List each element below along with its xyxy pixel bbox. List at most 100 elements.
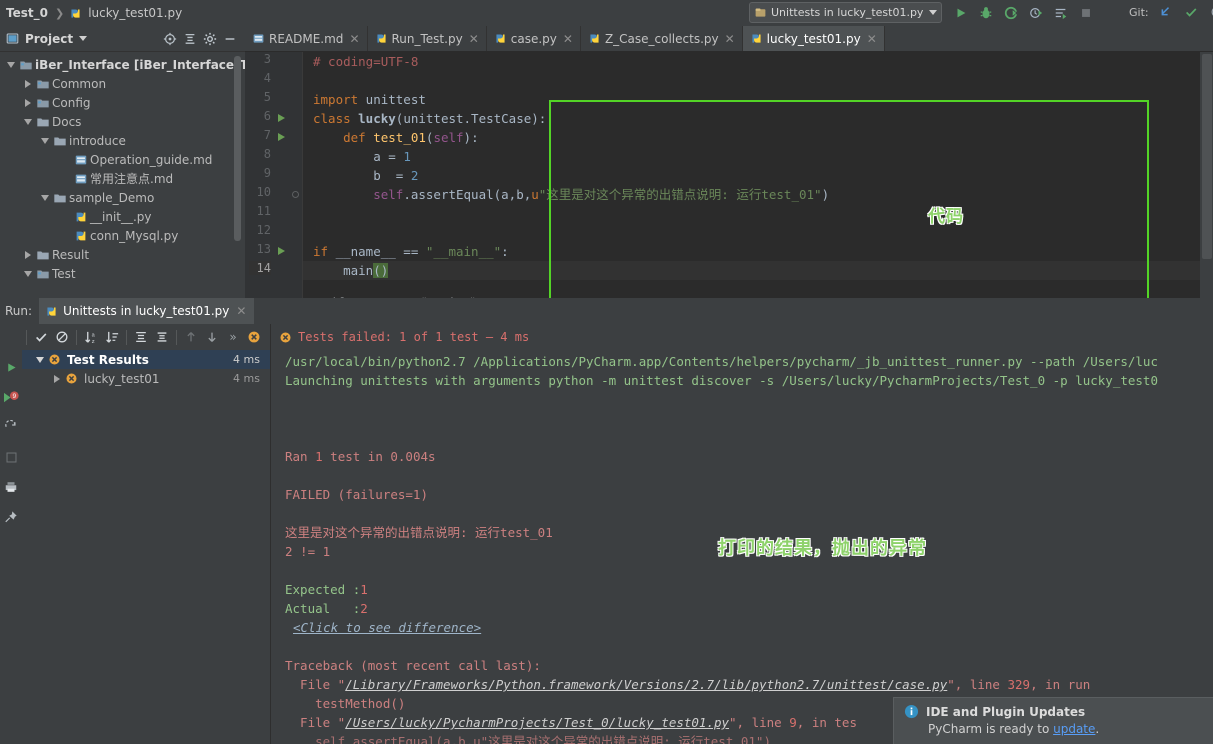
test-tree-row-results[interactable]: Test Results 4 ms (22, 350, 270, 369)
code-line-9: b = 2 (313, 168, 419, 183)
update-project-icon[interactable] (1154, 1, 1176, 23)
notification-update-link[interactable]: update (1053, 722, 1095, 736)
project-panel-title[interactable]: Project (25, 32, 73, 46)
close-icon[interactable]: ✕ (349, 32, 359, 46)
debug-icon[interactable] (975, 2, 997, 24)
run-sidebar-strip[interactable]: 9 (0, 324, 22, 744)
tab-case[interactable]: case.py ✕ (486, 26, 581, 51)
hide-icon[interactable] (223, 32, 237, 46)
code-line-14: main() (313, 263, 389, 278)
tab-z-case-collects[interactable]: Z_Case_collects.py ✕ (580, 26, 743, 51)
editor-scrollbar-thumb[interactable] (1202, 54, 1212, 259)
project-tree-scrollbar[interactable] (234, 56, 241, 241)
chevron-right-icon[interactable] (49, 374, 65, 383)
run-tab[interactable]: Unittests in lucky_test01.py ✕ (39, 298, 255, 324)
notification-balloon[interactable]: IDE and Plugin Updates PyCharm is ready … (893, 697, 1213, 744)
tree-item-label: iBer_Interface [iBer_Interface_T (35, 57, 245, 72)
close-icon[interactable]: ✕ (236, 304, 246, 318)
tree-item[interactable]: Result (0, 245, 245, 264)
tree-item[interactable]: 常用注意点.md (0, 169, 245, 188)
show-passed-icon[interactable] (31, 326, 51, 348)
collapse-all-icon[interactable] (183, 32, 197, 46)
tab-run-test[interactable]: Run_Test.py ✕ (367, 26, 487, 51)
run-toolbar[interactable]: az » (0, 324, 270, 350)
console-assert-message: 这里是对这个异常的出错点说明: 运行test_01 (285, 525, 553, 540)
tree-item[interactable]: sample_Demo (0, 188, 245, 207)
tree-item[interactable]: Test (0, 264, 245, 283)
rerun-green-icon[interactable] (0, 352, 22, 382)
pin-tab-icon[interactable] (0, 502, 22, 532)
chevron-down-icon[interactable] (929, 10, 937, 15)
close-icon[interactable]: ✕ (469, 32, 479, 46)
python-file-icon (588, 32, 601, 45)
project-tree[interactable]: iBer_Interface [iBer_Interface_T Common … (0, 52, 245, 298)
gutter-run-icon[interactable] (278, 114, 285, 122)
editor-tabs[interactable]: README.md ✕ Run_Test.py ✕ case.py ✕ Z_Ca… (245, 26, 1213, 52)
run-coverage-icon[interactable] (1000, 2, 1022, 24)
tree-item[interactable]: Config (0, 93, 245, 112)
test-tree-row-lucky-test01[interactable]: lucky_test01 4 ms (22, 369, 270, 388)
editor-gutter[interactable]: 3 4 5 6 7 8 9 10 11 12 13 14 (245, 52, 303, 298)
chevron-down-icon[interactable] (21, 270, 34, 277)
chevron-down-icon[interactable] (32, 356, 48, 363)
code-editor[interactable]: 3 4 5 6 7 8 9 10 11 12 13 14 # coding=UT… (245, 52, 1213, 298)
project-view-chevron-down-icon[interactable] (79, 36, 88, 41)
chevron-right-icon[interactable] (21, 98, 34, 107)
run-with-args-icon[interactable] (1050, 2, 1072, 24)
gutter-run-icon[interactable] (278, 247, 285, 255)
commit-icon[interactable] (1180, 1, 1202, 23)
chevron-down-icon[interactable] (38, 137, 51, 144)
close-icon[interactable]: ✕ (725, 32, 735, 46)
gutter-fold-icon[interactable] (292, 191, 299, 198)
tree-item[interactable]: Common (0, 74, 245, 93)
line-number-current: 14 (249, 261, 271, 275)
locate-icon[interactable] (163, 32, 177, 46)
code-text-area[interactable]: # coding=UTF-8 import unittest class luc… (303, 52, 1213, 298)
close-icon[interactable]: ✕ (563, 32, 573, 46)
tree-item[interactable]: Docs (0, 112, 245, 131)
history-icon[interactable] (1206, 1, 1213, 23)
stop-icon[interactable] (1075, 2, 1097, 24)
run-configuration-selector[interactable]: Unittests in lucky_test01.py (749, 2, 942, 23)
collapse-all-icon[interactable] (152, 326, 172, 348)
next-failed-icon[interactable] (202, 326, 222, 348)
prev-failed-icon[interactable] (181, 326, 201, 348)
tree-item[interactable]: Operation_guide.md (0, 150, 245, 169)
tab-readme[interactable]: README.md ✕ (245, 26, 368, 51)
pycharm-window: Test_0 ❯ lucky_test01.py Unittests in lu… (0, 0, 1213, 744)
run-icon[interactable] (950, 2, 972, 24)
rerun-failed-icon[interactable]: 9 (0, 382, 22, 412)
test-duration: 4 ms (233, 372, 260, 385)
close-icon[interactable]: ✕ (867, 32, 877, 46)
print-icon[interactable] (0, 472, 22, 502)
traceback-link-2[interactable]: /Users/lucky/PycharmProjects/Test_0/luck… (345, 715, 729, 730)
profile-icon[interactable] (1025, 2, 1047, 24)
chevron-right-icon[interactable] (21, 250, 34, 259)
chevron-down-icon[interactable] (21, 118, 34, 125)
breadcrumb-file[interactable]: lucky_test01.py (86, 6, 184, 20)
tab-lucky-test01[interactable]: lucky_test01.py ✕ (742, 26, 885, 51)
tree-item[interactable]: conn_Mysql.py (0, 226, 245, 245)
show-ignored-icon[interactable] (52, 326, 72, 348)
sort-by-duration-icon[interactable] (102, 326, 122, 348)
toggle-auto-test-icon[interactable] (0, 412, 22, 442)
settings-gear-icon[interactable] (203, 32, 217, 46)
test-results-tree[interactable]: Test Results 4 ms lucky_test01 4 ms (22, 350, 270, 744)
tree-item[interactable]: __init__.py (0, 207, 245, 226)
chevron-down-icon[interactable] (4, 61, 17, 68)
click-to-see-difference-link[interactable]: <Click to see difference> (293, 618, 481, 637)
tree-item[interactable]: iBer_Interface [iBer_Interface_T (0, 55, 245, 74)
chevron-down-icon[interactable] (38, 194, 51, 201)
editor-scrollbar[interactable] (1200, 52, 1213, 298)
soft-wrap-icon[interactable] (0, 442, 22, 472)
more-icon[interactable]: » (223, 326, 243, 348)
expand-all-icon[interactable] (131, 326, 151, 348)
python-file-icon (45, 305, 58, 318)
sort-alphabetically-icon[interactable]: az (81, 326, 101, 348)
git-label: Git: (1129, 6, 1149, 19)
traceback-link-1[interactable]: /Library/Frameworks/Python.framework/Ver… (345, 677, 947, 692)
chevron-right-icon[interactable] (21, 79, 34, 88)
tree-item[interactable]: introduce (0, 131, 245, 150)
breadcrumb-project[interactable]: Test_0 (0, 6, 50, 20)
gutter-run-icon[interactable] (278, 133, 285, 141)
